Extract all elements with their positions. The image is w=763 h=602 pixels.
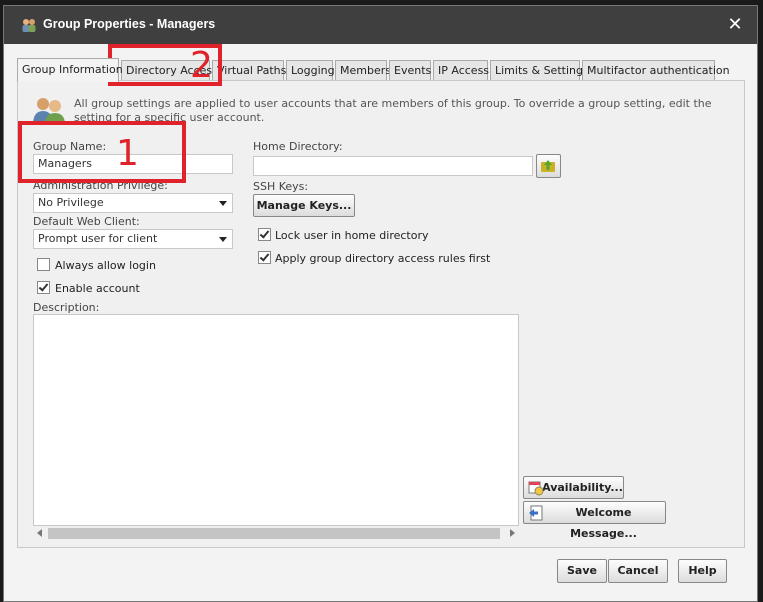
check-icon [259,228,270,239]
enable-account-checkbox[interactable] [37,281,50,294]
tab-virtual-paths[interactable]: Virtual Paths [212,60,286,81]
welcome-message-label: Welcome Message... [570,506,637,540]
group-users-icon [21,17,37,33]
admin-privilege-select[interactable]: No Privilege [33,193,233,213]
default-web-client-label: Default Web Client: [33,215,140,228]
welcome-message-button[interactable]: Welcome Message... [523,501,666,540]
save-button[interactable]: Save [557,559,607,583]
chevron-down-icon [219,201,227,206]
tab-multifactor-authentication[interactable]: Multifactor authentication [582,60,730,81]
apply-rules-first-label: Apply group directory access rules first [275,252,491,265]
check-icon [38,281,49,292]
scrollbar-thumb[interactable] [48,528,500,539]
availability-button[interactable]: Availability... [523,476,624,499]
ssh-keys-label: SSH Keys: [253,180,309,193]
admin-privilege-value: No Privilege [38,196,104,209]
home-directory-input[interactable] [253,156,533,176]
apply-rules-first-checkbox[interactable] [258,251,271,264]
calendar-clock-icon [528,480,544,496]
browse-folder-button[interactable] [536,154,561,178]
close-icon[interactable]: ✕ [725,14,745,36]
always-allow-login-checkbox[interactable] [37,258,50,271]
cancel-button[interactable]: Cancel [608,559,668,583]
always-allow-login-label: Always allow login [55,259,156,272]
default-web-client-select[interactable]: Prompt user for client [33,229,233,249]
description-label: Description: [33,301,100,314]
check-icon [259,251,270,262]
annotation-number-1: 1 [116,133,139,174]
manage-keys-button[interactable]: Manage Keys... [253,194,355,217]
lock-home-directory-label: Lock user in home directory [275,229,429,242]
annotation-box-1 [18,121,186,183]
tab-members[interactable]: Members [335,60,391,81]
tab-limits-settings[interactable]: Limits & Settings [490,60,589,81]
tab-group-information[interactable]: Group Information [17,58,123,82]
folder-arrow-icon [540,158,556,174]
scroll-right-icon[interactable] [510,529,515,537]
lock-home-directory-checkbox[interactable] [258,228,271,241]
tab-events[interactable]: Events [389,60,431,81]
help-button[interactable]: Help [678,559,727,583]
scroll-left-icon[interactable] [37,529,42,537]
description-textarea[interactable] [33,314,519,526]
annotation-number-2: 2 [190,45,213,86]
dialog-title: Group Properties - Managers [43,17,216,31]
home-directory-label: Home Directory: [253,140,343,153]
description-horizontal-scrollbar[interactable] [33,526,519,540]
tab-ip-access[interactable]: IP Access [433,60,489,81]
default-web-client-value: Prompt user for client [38,232,158,245]
chevron-down-icon [219,237,227,242]
availability-label: Availability... [542,481,623,494]
message-arrow-icon [528,505,544,521]
enable-account-label: Enable account [55,282,140,295]
tab-logging[interactable]: Logging [286,60,335,81]
group-properties-dialog: Group Properties - Managers ✕ Group Info… [3,5,758,602]
dialog-titlebar: Group Properties - Managers ✕ [4,6,757,44]
